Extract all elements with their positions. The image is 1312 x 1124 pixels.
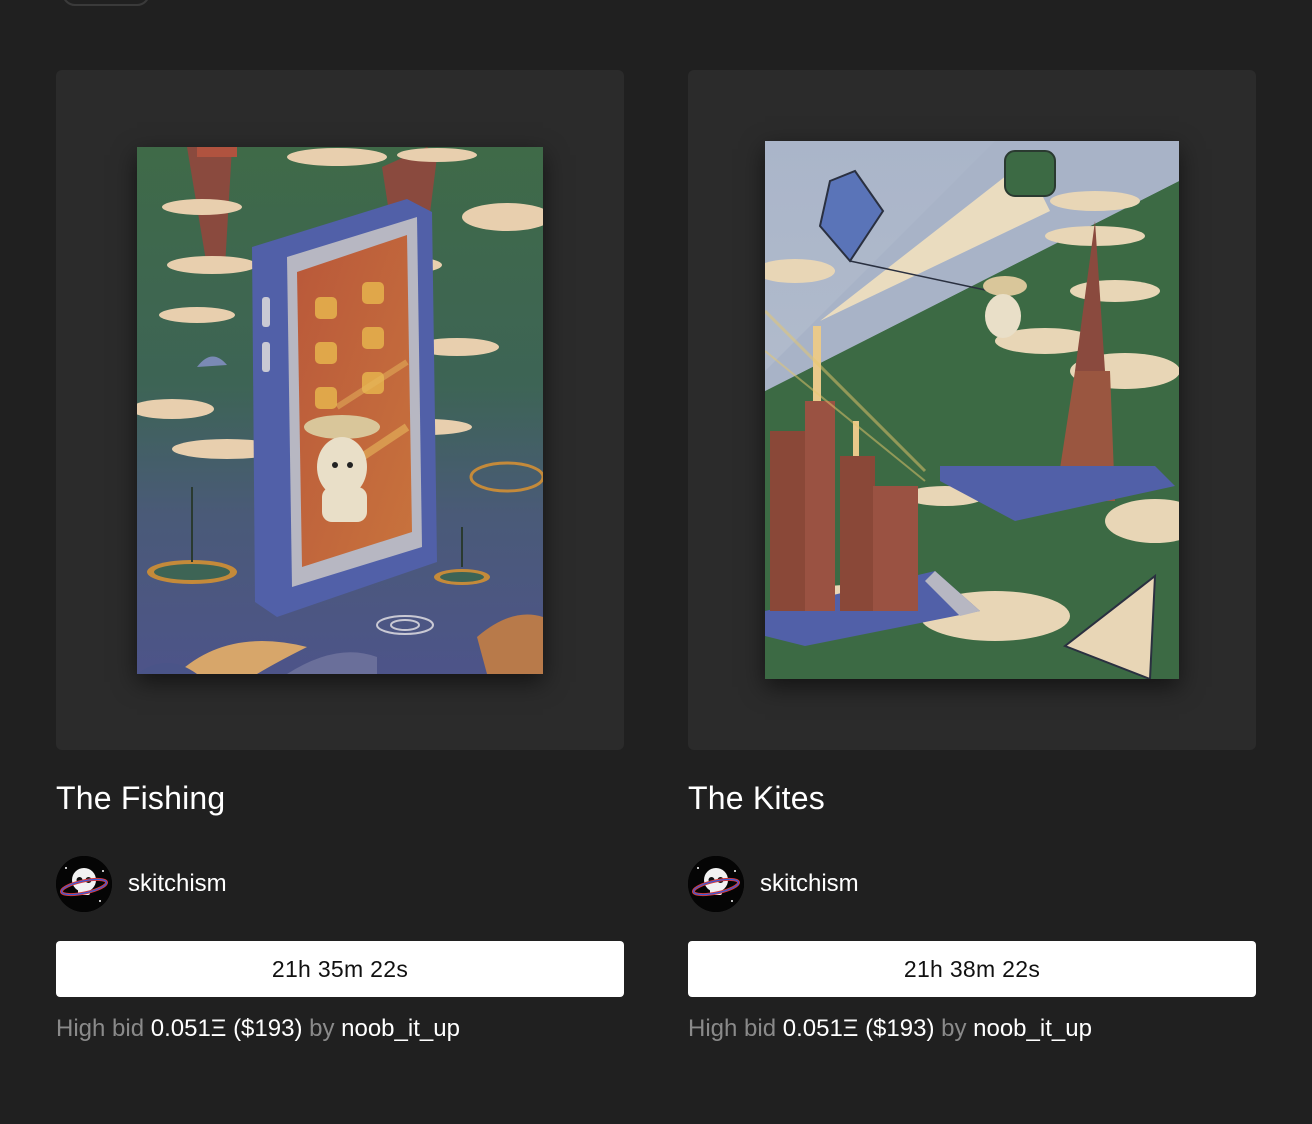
- creator-row[interactable]: skitchism: [688, 856, 1256, 912]
- creator-name[interactable]: skitchism: [128, 870, 227, 898]
- high-bid-info: High bid 0.051Ξ ($193) by noob_it_up: [56, 1013, 624, 1045]
- artwork-card-fishing[interactable]: The Fishing skitchism 21h 35m 22s High b…: [56, 70, 624, 1045]
- by-label: by: [309, 1015, 335, 1042]
- artwork-title[interactable]: The Fishing: [56, 780, 624, 816]
- artwork-title[interactable]: The Kites: [688, 780, 1256, 816]
- high-bid-label: High bid: [56, 1015, 145, 1042]
- high-bid-info: High bid 0.051Ξ ($193) by noob_it_up: [688, 1013, 1256, 1045]
- auction-countdown: 21h 35m 22s: [56, 941, 624, 997]
- artwork-image-the-kites[interactable]: [765, 141, 1179, 679]
- skull-planet-avatar-icon[interactable]: [688, 856, 744, 912]
- bidder-name[interactable]: noob_it_up: [973, 1015, 1092, 1042]
- creator-name[interactable]: skitchism: [760, 870, 859, 898]
- bidder-name[interactable]: noob_it_up: [341, 1015, 460, 1042]
- high-bid-usd: ($193): [233, 1015, 303, 1042]
- high-bid-usd: ($193): [865, 1015, 935, 1042]
- high-bid-amount: 0.051Ξ: [782, 1015, 859, 1042]
- skull-planet-avatar-icon[interactable]: [56, 856, 112, 912]
- high-bid-label: High bid: [688, 1015, 777, 1042]
- auction-countdown: 21h 38m 22s: [688, 941, 1256, 997]
- artwork-frame[interactable]: [688, 70, 1256, 750]
- by-label: by: [941, 1015, 967, 1042]
- artwork-image-the-fishing[interactable]: [137, 147, 543, 674]
- top-filter-pill[interactable]: [62, 0, 150, 6]
- artwork-card-kites[interactable]: The Kites skitchism 21h 38m 22s High bid…: [688, 70, 1256, 1045]
- creator-row[interactable]: skitchism: [56, 856, 624, 912]
- high-bid-amount: 0.051Ξ: [150, 1015, 227, 1042]
- artwork-frame[interactable]: [56, 70, 624, 750]
